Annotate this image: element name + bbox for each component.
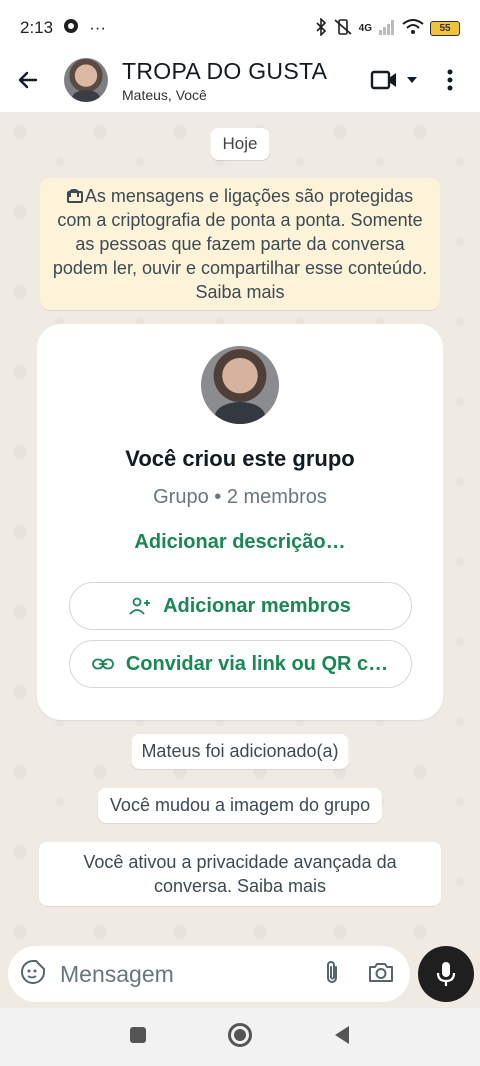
camera-button[interactable] <box>368 961 394 988</box>
chat-title: TROPA DO GUSTA <box>122 57 328 84</box>
more-options-button[interactable] <box>430 56 470 104</box>
microphone-icon <box>436 962 456 986</box>
back-button[interactable] <box>0 52 56 108</box>
encryption-notice[interactable]: As mensagens e ligações são protegidas c… <box>40 178 440 310</box>
attach-button[interactable] <box>324 959 340 990</box>
date-divider: Hoje <box>210 128 270 160</box>
chat-header: TROPA DO GUSTA Mateus, Você <box>0 48 480 112</box>
lock-icon <box>66 189 83 203</box>
back-nav-button[interactable] <box>333 1024 351 1051</box>
network-type-label: 4G <box>358 22 372 34</box>
status-time: 2:13 <box>20 18 54 37</box>
chat-participants: Mateus, Você <box>122 86 207 103</box>
add-person-icon <box>129 597 151 615</box>
home-button[interactable] <box>227 1022 253 1053</box>
arrow-left-icon <box>18 71 38 89</box>
group-card-title: Você criou este grupo <box>125 446 355 471</box>
video-camera-icon <box>370 70 396 90</box>
voice-message-button[interactable] <box>418 946 474 1002</box>
video-call-button[interactable] <box>362 56 426 104</box>
sticker-icon <box>21 959 45 984</box>
system-message[interactable]: Você ativou a privacidade avançada da co… <box>39 842 441 906</box>
wifi-icon <box>402 18 424 38</box>
system-navigation-bar <box>0 1008 480 1066</box>
encryption-text: As mensagens e ligações são protegidas c… <box>52 186 428 302</box>
add-members-label: Adicionar membros <box>163 594 351 617</box>
add-members-button[interactable]: Adicionar membros <box>68 582 412 630</box>
more-vertical-icon <box>447 69 453 91</box>
vibrate-off-icon <box>333 18 353 39</box>
triangle-back-icon <box>335 1025 349 1044</box>
more-notifications-icon: ··· <box>89 18 107 37</box>
message-input[interactable]: Mensagem <box>60 961 174 988</box>
chat-title-area[interactable]: TROPA DO GUSTA Mateus, Você <box>122 58 327 103</box>
invite-link-button[interactable]: Convidar via link ou QR c… <box>68 640 412 688</box>
group-card-subtitle: Grupo • 2 membros <box>153 486 327 508</box>
group-avatar[interactable] <box>64 58 108 102</box>
paperclip-icon <box>327 960 337 983</box>
camera-icon <box>369 962 393 982</box>
circle-icon <box>228 1022 252 1047</box>
sticker-emoji-button[interactable] <box>20 959 46 990</box>
system-message: Mateus foi adicionado(a) <box>131 734 349 769</box>
invite-link-label: Convidar via link ou QR c… <box>125 652 389 675</box>
group-avatar-large[interactable] <box>201 346 279 424</box>
message-composer: Mensagem <box>8 946 410 1002</box>
signal-icon <box>378 19 396 38</box>
battery-icon: 55 <box>430 20 460 36</box>
soccer-icon <box>63 18 79 39</box>
group-created-card: Você criou este grupo Grupo • 2 membros … <box>37 324 443 720</box>
chat-area[interactable]: Hoje As mensagens e ligações são protegi… <box>0 112 480 950</box>
add-description-link[interactable]: Adicionar descrição… <box>134 531 345 554</box>
recents-button[interactable] <box>129 1026 147 1049</box>
chevron-down-icon <box>407 77 417 83</box>
square-icon <box>130 1026 146 1043</box>
link-icon <box>91 658 114 670</box>
bluetooth-icon <box>315 16 327 39</box>
system-message: Você mudou a imagem do grupo <box>97 788 383 823</box>
